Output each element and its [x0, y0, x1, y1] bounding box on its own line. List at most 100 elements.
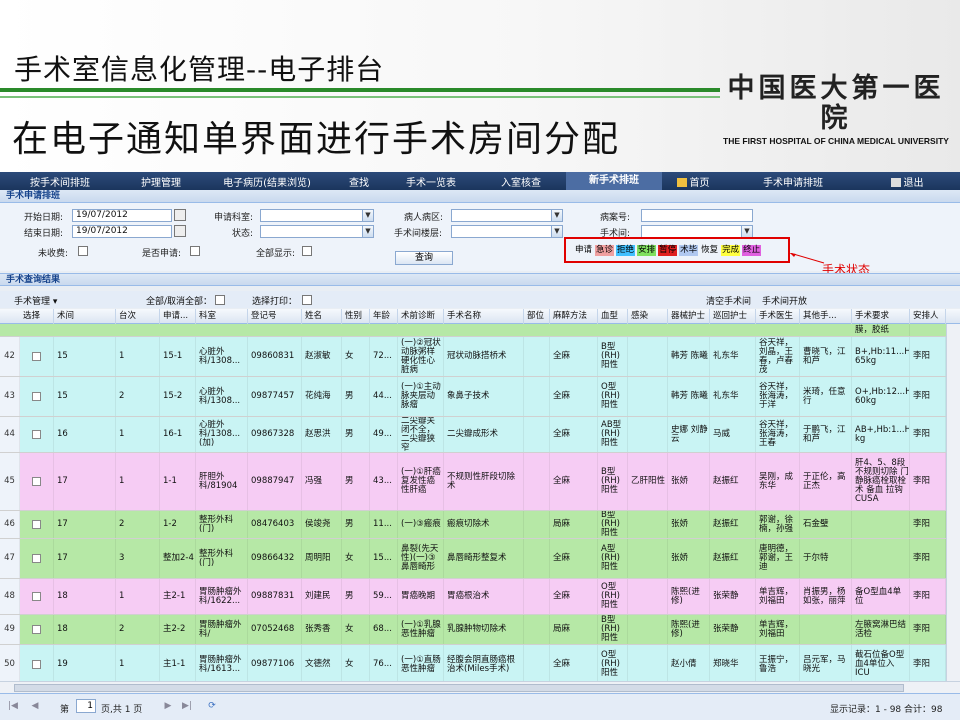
status-label: 状态:: [232, 229, 254, 239]
first-page-icon[interactable]: |◀: [8, 701, 18, 712]
dept-label: 申请科室:: [214, 213, 254, 223]
nav-search[interactable]: 查找: [332, 174, 386, 189]
grid-cell: 李阳: [910, 417, 946, 452]
column-header[interactable]: 选择: [20, 309, 54, 324]
nav-nursing[interactable]: 护理管理: [120, 174, 202, 189]
table-row[interactable]: 46 17 2 1-2 整形外科(门) 08476403 侯竣尧男 11... (一)③瘢痕 瘢痕…: [0, 511, 960, 539]
column-header[interactable]: 性别: [342, 309, 370, 324]
column-header[interactable]: 术前诊断: [398, 309, 444, 324]
grid-cell: [628, 377, 668, 416]
row-number: 48: [0, 579, 20, 614]
select-all-checkbox[interactable]: [215, 295, 225, 305]
title-divider-thin: [0, 96, 720, 98]
refresh-icon[interactable]: ⟳: [207, 701, 217, 712]
row-checkbox[interactable]: [32, 554, 41, 563]
results-toolbar: 手术管理 ▾ 全部/取消全部： 选择打印： 清空手术间 手术间开放: [0, 291, 960, 308]
horizontal-scrollbar[interactable]: [0, 681, 960, 693]
grid-cell: 米琦，任意行: [800, 377, 852, 416]
last-page-icon[interactable]: ▶|: [182, 701, 192, 712]
clear-room-button[interactable]: 清空手术间: [706, 294, 751, 307]
grid-cell: 史娜 刘静云: [668, 417, 710, 452]
table-row[interactable]: 44 16 1 16-1 心脏外科/1308...(加) 09867328 赵思洪男 49..…: [0, 417, 960, 453]
grid-cell: (一)①主动脉夹层动脉瘤: [398, 377, 444, 416]
row-checkbox[interactable]: [32, 430, 41, 439]
page-number-input[interactable]: 1: [76, 699, 96, 713]
room-open-button[interactable]: 手术间开放: [762, 294, 807, 307]
ward-select[interactable]: ▼: [451, 209, 563, 222]
grid-cell: 09877457: [248, 377, 302, 416]
grid-cell: [852, 539, 910, 578]
table-row[interactable]: 膜，胶纸: [0, 324, 960, 337]
grid-cell: 胃肠肿瘤外科/1622...: [196, 579, 248, 614]
table-row[interactable]: 45 17 1 1-1 肝胆外科/81904 09887947 冯强男 43... (一)①肝癌…: [0, 453, 960, 511]
column-header[interactable]: 感染: [628, 309, 668, 324]
column-header[interactable]: 申请...: [160, 309, 196, 324]
table-row[interactable]: 43 15 2 15-2 心脏外科/1308... 09877457 花纯海男 44... (一…: [0, 377, 960, 417]
column-header[interactable]: 安排人: [910, 309, 946, 324]
row-checkbox[interactable]: [32, 592, 41, 601]
row-select-cell: [20, 453, 54, 510]
column-header[interactable]: 登记号: [248, 309, 302, 324]
caseno-input[interactable]: [641, 209, 753, 222]
grid-cell: [628, 539, 668, 578]
vertical-scrollbar[interactable]: [946, 324, 960, 681]
row-checkbox[interactable]: [32, 520, 41, 529]
calendar-icon[interactable]: [174, 225, 186, 237]
row-number: 43: [0, 377, 20, 416]
scroll-thumb[interactable]: [14, 684, 904, 692]
table-row[interactable]: 50 19 1 主1-1 胃肠肿瘤外科/1613... 09877106 文德然女 76...…: [0, 645, 960, 681]
column-header[interactable]: 巡回护士: [710, 309, 756, 324]
row-checkbox[interactable]: [32, 352, 41, 361]
nav-room-schedule[interactable]: 按手术间排班: [0, 174, 120, 189]
grid-cell: 主2-1: [160, 579, 196, 614]
nav-emr[interactable]: 电子病历(结果浏览): [202, 174, 332, 189]
end-date-input[interactable]: 19/07/2012: [72, 225, 172, 238]
column-header[interactable]: 器械护士: [668, 309, 710, 324]
is-apply-checkbox[interactable]: [190, 246, 200, 256]
grid-cell: 张荣静: [710, 615, 756, 644]
column-header[interactable]: 部位: [524, 309, 550, 324]
nav-new-schedule[interactable]: 新手术排班: [566, 172, 662, 190]
grid-cell: 1: [116, 645, 160, 681]
column-header[interactable]: 其他手...: [800, 309, 852, 324]
nav-request-schedule[interactable]: 手术申请排班: [724, 174, 862, 189]
column-header[interactable]: 手术名称: [444, 309, 524, 324]
surgery-manage-menu[interactable]: 手术管理 ▾: [14, 294, 57, 307]
calendar-icon[interactable]: [174, 209, 186, 221]
nav-logout[interactable]: 退出: [862, 174, 952, 189]
column-header[interactable]: 年龄: [370, 309, 398, 324]
prev-page-icon[interactable]: ◀: [30, 701, 40, 712]
floor-select[interactable]: ▼: [451, 225, 563, 238]
nav-surgery-list[interactable]: 手术一览表: [386, 174, 476, 189]
table-row[interactable]: 49 18 2 主2-2 胃肠肿瘤外科/07052468 张秀香女 68... (一)①乳腺恶…: [0, 615, 960, 645]
unpaid-label: 未收费:: [38, 249, 69, 259]
unpaid-checkbox[interactable]: [78, 246, 88, 256]
column-header[interactable]: 台次: [116, 309, 160, 324]
row-checkbox[interactable]: [32, 660, 41, 669]
nav-checkin[interactable]: 入室核查: [476, 174, 566, 189]
row-checkbox[interactable]: [32, 392, 41, 401]
show-all-checkbox[interactable]: [302, 246, 312, 256]
column-header[interactable]: 术间: [54, 309, 116, 324]
column-header[interactable]: 手术医生: [756, 309, 800, 324]
grid-cell: [628, 615, 668, 644]
grid-cell: (一)①乳腺恶性肿瘤: [398, 615, 444, 644]
next-page-icon[interactable]: ▶: [163, 701, 173, 712]
status-select[interactable]: ▼: [260, 225, 374, 238]
dept-select[interactable]: ▼: [260, 209, 374, 222]
pager: |◀ ◀ 第 1 页,共 1 页 ▶ ▶| ⟳ 显示记录：1 - 98 合计：9…: [0, 693, 960, 720]
row-checkbox[interactable]: [32, 477, 41, 486]
table-row[interactable]: 47 17 3 整加2-4 整形外科(门) 09866432 周明阳女 15... 鼻裂(先天性…: [0, 539, 960, 579]
column-header[interactable]: 科室: [196, 309, 248, 324]
column-header[interactable]: 血型: [598, 309, 628, 324]
row-checkbox[interactable]: [32, 625, 41, 634]
column-header[interactable]: 麻醉方法: [550, 309, 598, 324]
column-header[interactable]: 姓名: [302, 309, 342, 324]
table-row[interactable]: 48 18 1 主2-1 胃肠肿瘤外科/1622... 09887831 刘建民男 59...…: [0, 579, 960, 615]
query-button[interactable]: 查询: [395, 251, 453, 265]
select-print-checkbox[interactable]: [302, 295, 312, 305]
nav-home[interactable]: 首页: [662, 174, 724, 189]
table-row[interactable]: 42 15 1 15-1 心脏外科/1308... 09860831 赵淑敏女 72... (一…: [0, 337, 960, 377]
start-date-input[interactable]: 19/07/2012: [72, 209, 172, 222]
column-header[interactable]: 手术要求: [852, 309, 910, 324]
